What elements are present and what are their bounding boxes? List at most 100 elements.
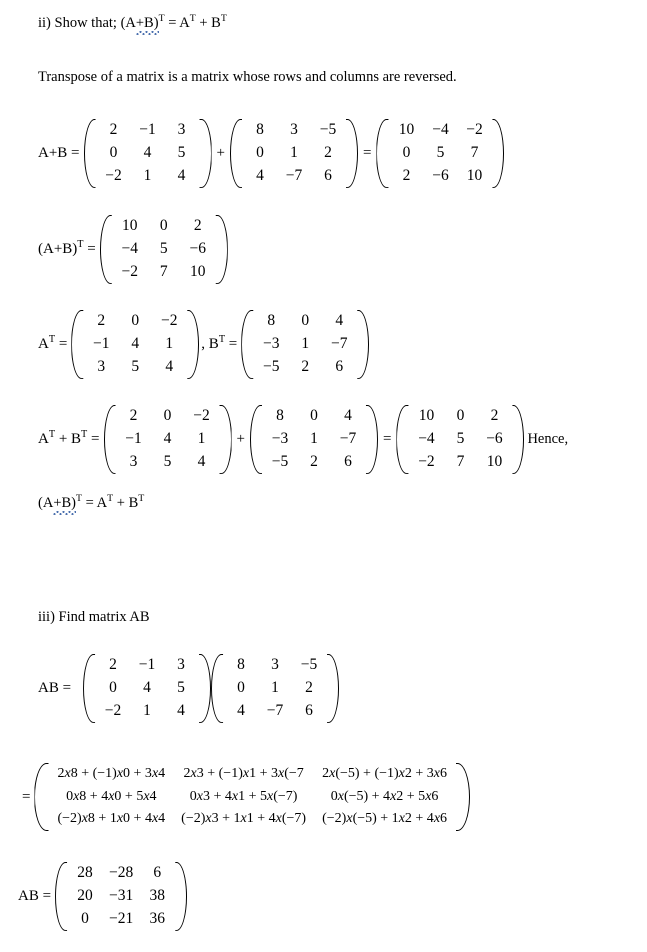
matrix-cell: 28 [77, 864, 93, 881]
matrix-cell: 10 [398, 121, 415, 138]
left-paren [396, 404, 407, 475]
matrix-cell: −3 [263, 334, 280, 352]
result-grid: 10 0 2 −4 5 −6 −2 7 10 [407, 404, 513, 475]
matrix-cell: −2 [121, 262, 139, 280]
right-paren [513, 404, 524, 475]
conclusion-rest: = A [82, 495, 108, 511]
matrix-grid: 2 −1 3 0 4 5 −2 1 4 [94, 653, 200, 724]
left-paren [83, 653, 94, 724]
matrix-a-grid: 2 −1 3 0 4 5 −2 1 4 [95, 118, 201, 189]
transpose-superscript: T [220, 13, 227, 25]
matrix-cell: −1 [125, 429, 142, 447]
matrix-cell: −7 [339, 429, 357, 447]
matrix-cell: −28 [109, 864, 134, 881]
matrix-cell: −2 [418, 452, 435, 470]
right-paren [188, 309, 199, 380]
matrix-cell: 5 [159, 239, 168, 257]
matrix-cell: −1 [139, 121, 156, 138]
matrix-cell: 5 [163, 452, 172, 470]
expansion-cell: 2x3 + (−1)x1 + 3x(−7 [183, 766, 304, 781]
right-paren [201, 118, 212, 189]
expansion-cell: 0x8 + 4x0 + 5x4 [66, 788, 157, 804]
matrix-cell: 0 [81, 909, 89, 927]
matrix-cell: 4 [131, 334, 140, 352]
matrix-cell: −2 [105, 166, 122, 184]
matrix-cell: 3 [290, 121, 298, 138]
equation-a-plus-b-transpose: (A+B)T = 10 0 2 −4 5 −6 −2 7 10 [38, 214, 228, 285]
right-paren [493, 118, 504, 189]
matrix-cell: 5 [131, 357, 140, 375]
right-paren [358, 309, 369, 380]
plus-operator: + [236, 430, 245, 447]
equation-ab-expansion: = 2x8 + (−1)x0 + 3x4 2x3 + (−1)x1 + 3x(−… [22, 762, 470, 832]
matrix-cell: 5 [177, 143, 186, 161]
result-grid: 28 −28 6 20 −31 38 0 −21 36 [66, 861, 176, 932]
matrix-cell: 10 [486, 452, 503, 470]
expansion-cell: 0x(−5) + 4x2 + 5x6 [330, 788, 439, 804]
expansion-cell: (−2)x3 + 1x1 + 4x(−7) [181, 811, 307, 827]
matrix-cell: −21 [109, 909, 134, 927]
equation-ab-product: AB = 2 −1 3 0 4 5 −2 1 4 8 3 −5 0 1 2 4 … [38, 653, 339, 724]
matrix-cell: 4 [177, 701, 185, 719]
left-paren [71, 309, 82, 380]
matrix-cell: 0 [109, 678, 117, 696]
part-ii-heading-tail: + B [195, 15, 221, 31]
matrix-ab-result: 28 −28 6 20 −31 38 0 −21 36 [55, 861, 187, 932]
matrix-cell: 2 [97, 312, 106, 329]
matrix-cell: 7 [159, 262, 168, 280]
conclusion-tail: + B [113, 495, 139, 511]
matrix-cell: 36 [149, 909, 166, 927]
matrix-cell: −7 [266, 701, 284, 719]
matrix-cell: 4 [197, 452, 206, 470]
matrix-cell: 6 [344, 452, 352, 470]
matrix-at-plus-bt-result: 10 0 2 −4 5 −6 −2 7 10 [396, 404, 524, 475]
matrix-cell: 2 [324, 143, 332, 161]
left-paren [84, 118, 95, 189]
matrix-a-transpose: 2 0 −2 −1 4 1 3 5 4 [104, 404, 232, 475]
matrix-cell: 38 [149, 886, 166, 904]
matrix-cell: 7 [470, 143, 479, 161]
matrix-cell: 4 [177, 166, 186, 184]
matrix-cell: 6 [324, 166, 332, 184]
matrix-cell: 5 [436, 143, 445, 161]
expansion-cell: (−2)x(−5) + 1x2 + 4x6 [322, 811, 448, 827]
matrix-cell: 1 [301, 334, 310, 352]
matrix-cell: 2 [193, 217, 202, 234]
matrix-cell: −5 [263, 357, 280, 375]
left-paren [250, 404, 261, 475]
matrix-cell: −1 [138, 656, 156, 673]
ab-result-label: AB = [18, 887, 52, 904]
left-paren [376, 118, 387, 189]
matrix-cell: −5 [319, 121, 337, 138]
matrix-cell: 2 [490, 407, 499, 424]
matrix-cell: 4 [165, 357, 174, 375]
transpose-definition: Transpose of a matrix is a matrix whose … [38, 69, 457, 85]
matrix-cell: 4 [143, 678, 151, 696]
equals-operator: = [22, 788, 31, 805]
matrix-cell: −7 [285, 166, 303, 184]
matrix-cell: −6 [189, 239, 207, 257]
matrix-cell: 7 [456, 452, 465, 470]
equation-a-plus-b: A+B = 2 −1 3 0 4 5 −2 1 4 + 8 3 −5 0 1 2… [38, 118, 504, 189]
matrix-cell: 3 [271, 656, 279, 673]
matrix-cell: 0 [256, 143, 264, 161]
matrix-cell: 0 [163, 407, 172, 424]
conclusion-statement: (A+B)T = AT + BT [38, 494, 144, 516]
matrix-cell: 1 [271, 678, 279, 696]
matrix-grid: 8 0 4 −3 1 −7 −5 2 6 [261, 404, 367, 475]
hence-text: Hence, [527, 430, 569, 447]
matrix-cell: −5 [271, 452, 289, 470]
equation-ab-result: AB = 28 −28 6 20 −31 38 0 −21 36 [18, 861, 187, 932]
matrix-b-transpose: 8 0 4 −3 1 −7 −5 2 6 [250, 404, 378, 475]
matrix-b-transpose: 8 0 4 −3 1 −7 −5 2 6 [241, 309, 369, 380]
matrix-cell: 10 [418, 407, 435, 424]
matrix-cell: −7 [331, 334, 348, 352]
matrix-cell: 4 [163, 429, 172, 447]
matrix-cell: 2 [301, 357, 310, 375]
matrix-b: 8 3 −5 0 1 2 4 −7 6 [211, 653, 339, 724]
matrix-cell: 6 [335, 357, 344, 375]
equation-transposes: AT = 2 0 −2 −1 4 1 3 5 4 , BT = 8 0 4 −3… [38, 309, 369, 380]
matrix-cell: 8 [237, 656, 245, 673]
matrix-b: 8 3 −5 0 1 2 4 −7 6 [230, 118, 358, 189]
matrix-cell: 6 [305, 701, 313, 719]
